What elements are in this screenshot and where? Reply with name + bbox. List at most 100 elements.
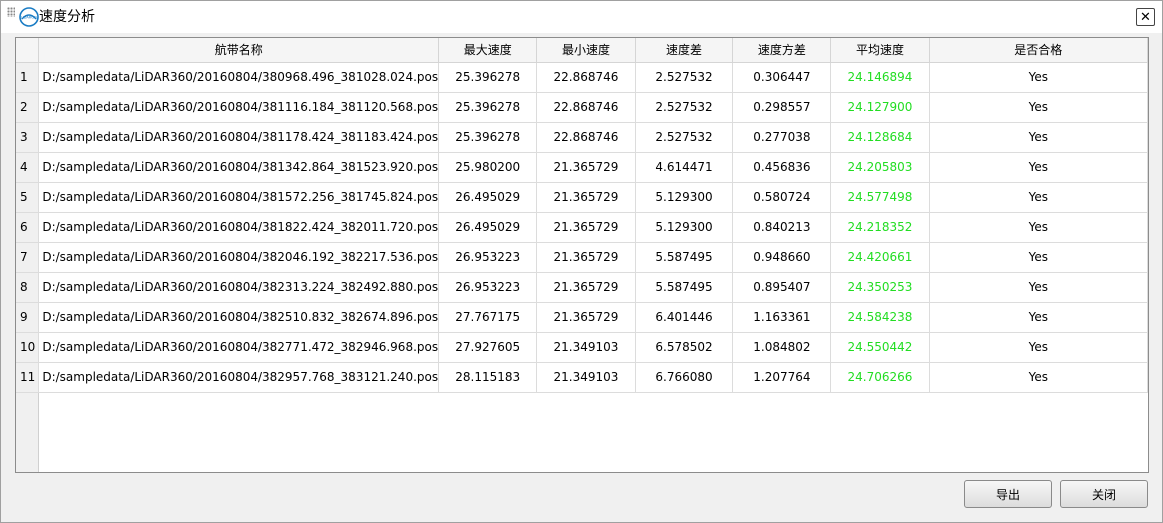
cell-strip-name: D:/sampledata/LiDAR360/20160804/382046.1…: [38, 242, 440, 273]
cell-strip-name: D:/sampledata/LiDAR360/20160804/382957.7…: [38, 362, 440, 393]
cell-min-speed: 22.868746: [536, 122, 636, 153]
cell-max-speed: 26.953223: [438, 242, 538, 273]
drag-grip-icon[interactable]: [7, 7, 15, 17]
window-title: 速度分析: [39, 9, 95, 25]
cell-strip-name: D:/sampledata/LiDAR360/20160804/381178.4…: [38, 122, 440, 153]
cell-avg-speed: 24.420661: [830, 242, 930, 273]
cell-qualified: Yes: [929, 242, 1148, 273]
cell-max-speed: 27.767175: [438, 302, 538, 333]
cell-speed-diff: 4.614471: [635, 152, 734, 183]
cell-min-speed: 22.868746: [536, 92, 636, 123]
row-number[interactable]: 7: [16, 242, 40, 273]
cell-speed-variance: 1.163361: [732, 302, 832, 333]
column-header-speed-diff[interactable]: 速度差: [635, 38, 734, 63]
cell-qualified: Yes: [929, 362, 1148, 393]
row-number[interactable]: 11: [16, 362, 40, 393]
table-row[interactable]: 7 D:/sampledata/LiDAR360/20160804/382046.…: [16, 242, 1148, 273]
cell-min-speed: 21.365729: [536, 302, 636, 333]
row-number[interactable]: 8: [16, 272, 40, 303]
speed-analysis-dialog: LIDARGIS 速度分析 ✕ 航带名称 最大速度 最小速度 速度差 速度方差 …: [0, 0, 1163, 523]
table-row[interactable]: 11 D:/sampledata/LiDAR360/20160804/382957…: [16, 362, 1148, 393]
table-row[interactable]: 1 D:/sampledata/LiDAR360/20160804/380968.…: [16, 62, 1148, 93]
cell-avg-speed: 24.577498: [830, 182, 930, 213]
table-header-row: 航带名称 最大速度 最小速度 速度差 速度方差 平均速度 是否合格: [16, 38, 1148, 63]
row-number[interactable]: 5: [16, 182, 40, 213]
table-row[interactable]: 10 D:/sampledata/LiDAR360/20160804/382771…: [16, 332, 1148, 363]
cell-max-speed: 25.396278: [438, 92, 538, 123]
cell-avg-speed: 24.550442: [830, 332, 930, 363]
cell-qualified: Yes: [929, 302, 1148, 333]
cell-speed-variance: 1.084802: [732, 332, 832, 363]
table-row[interactable]: 2 D:/sampledata/LiDAR360/20160804/381116.…: [16, 92, 1148, 123]
cell-speed-diff: 2.527532: [635, 62, 734, 93]
cell-strip-name: D:/sampledata/LiDAR360/20160804/381822.4…: [38, 212, 440, 243]
cell-strip-name: D:/sampledata/LiDAR360/20160804/382771.4…: [38, 332, 440, 363]
row-number[interactable]: 4: [16, 152, 40, 183]
table-row[interactable]: 4 D:/sampledata/LiDAR360/20160804/381342.…: [16, 152, 1148, 183]
cell-qualified: Yes: [929, 62, 1148, 93]
speed-table-grid: 航带名称 最大速度 最小速度 速度差 速度方差 平均速度 是否合格 1 D:/sa…: [16, 38, 1148, 393]
cell-avg-speed: 24.128684: [830, 122, 930, 153]
cell-qualified: Yes: [929, 92, 1148, 123]
cell-strip-name: D:/sampledata/LiDAR360/20160804/381342.8…: [38, 152, 440, 183]
corner-header[interactable]: [16, 38, 40, 63]
cell-min-speed: 21.349103: [536, 332, 636, 363]
title-bar[interactable]: LIDARGIS 速度分析 ✕: [1, 1, 1162, 33]
cell-qualified: Yes: [929, 122, 1148, 153]
cell-max-speed: 25.396278: [438, 122, 538, 153]
column-header-strip-name[interactable]: 航带名称: [38, 38, 440, 63]
row-number[interactable]: 10: [16, 332, 40, 363]
row-number[interactable]: 1: [16, 62, 40, 93]
cell-max-speed: 27.927605: [438, 332, 538, 363]
cell-strip-name: D:/sampledata/LiDAR360/20160804/382313.2…: [38, 272, 440, 303]
cell-avg-speed: 24.218352: [830, 212, 930, 243]
cell-speed-diff: 6.401446: [635, 302, 734, 333]
cell-qualified: Yes: [929, 152, 1148, 183]
cell-speed-diff: 6.766080: [635, 362, 734, 393]
cell-qualified: Yes: [929, 332, 1148, 363]
cell-avg-speed: 24.205803: [830, 152, 930, 183]
cell-max-speed: 25.980200: [438, 152, 538, 183]
cell-avg-speed: 24.146894: [830, 62, 930, 93]
cell-max-speed: 25.396278: [438, 62, 538, 93]
column-header-avg-speed[interactable]: 平均速度: [830, 38, 930, 63]
column-header-speed-variance[interactable]: 速度方差: [732, 38, 832, 63]
column-header-qualified[interactable]: 是否合格: [929, 38, 1148, 63]
cell-strip-name: D:/sampledata/LiDAR360/20160804/382510.8…: [38, 302, 440, 333]
table-row[interactable]: 9 D:/sampledata/LiDAR360/20160804/382510.…: [16, 302, 1148, 333]
export-button[interactable]: 导出: [964, 480, 1052, 508]
table-row[interactable]: 6 D:/sampledata/LiDAR360/20160804/381822.…: [16, 212, 1148, 243]
table-row[interactable]: 3 D:/sampledata/LiDAR360/20160804/381178.…: [16, 122, 1148, 153]
cell-qualified: Yes: [929, 212, 1148, 243]
column-header-min-speed[interactable]: 最小速度: [536, 38, 636, 63]
cell-max-speed: 28.115183: [438, 362, 538, 393]
cell-speed-diff: 2.527532: [635, 122, 734, 153]
cell-max-speed: 26.495029: [438, 182, 538, 213]
cell-speed-variance: 0.306447: [732, 62, 832, 93]
cell-qualified: Yes: [929, 272, 1148, 303]
cell-speed-variance: 0.277038: [732, 122, 832, 153]
cell-avg-speed: 24.584238: [830, 302, 930, 333]
column-header-max-speed[interactable]: 最大速度: [438, 38, 538, 63]
cell-speed-diff: 5.587495: [635, 242, 734, 273]
cell-strip-name: D:/sampledata/LiDAR360/20160804/381572.2…: [38, 182, 440, 213]
row-number[interactable]: 9: [16, 302, 40, 333]
cell-speed-variance: 0.456836: [732, 152, 832, 183]
row-number[interactable]: 6: [16, 212, 40, 243]
table-row[interactable]: 5 D:/sampledata/LiDAR360/20160804/381572.…: [16, 182, 1148, 213]
cell-speed-variance: 0.298557: [732, 92, 832, 123]
cell-speed-variance: 1.207764: [732, 362, 832, 393]
speed-table[interactable]: 航带名称 最大速度 最小速度 速度差 速度方差 平均速度 是否合格 1 D:/sa…: [15, 37, 1149, 473]
cell-min-speed: 21.365729: [536, 182, 636, 213]
cell-min-speed: 21.365729: [536, 242, 636, 273]
cell-max-speed: 26.953223: [438, 272, 538, 303]
cell-avg-speed: 24.706266: [830, 362, 930, 393]
close-button[interactable]: 关闭: [1060, 480, 1148, 508]
row-number[interactable]: 2: [16, 92, 40, 123]
row-number[interactable]: 3: [16, 122, 40, 153]
cell-qualified: Yes: [929, 182, 1148, 213]
table-row[interactable]: 8 D:/sampledata/LiDAR360/20160804/382313.…: [16, 272, 1148, 303]
cell-speed-variance: 0.840213: [732, 212, 832, 243]
close-icon[interactable]: ✕: [1136, 8, 1155, 26]
cell-min-speed: 21.349103: [536, 362, 636, 393]
